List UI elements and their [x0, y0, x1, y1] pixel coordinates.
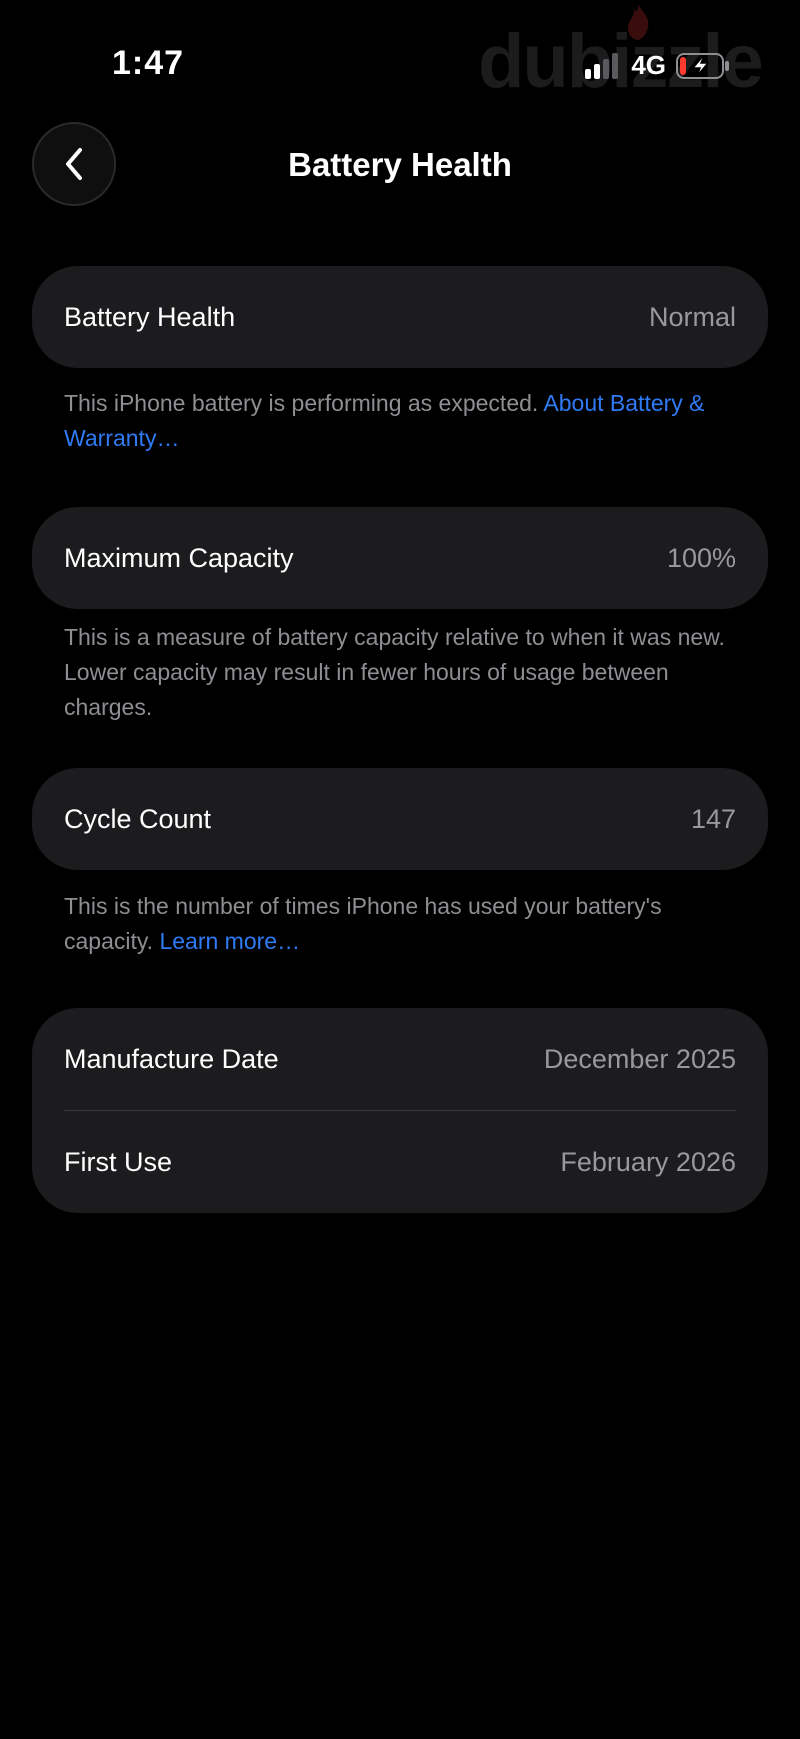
- maximum-capacity-row: Maximum Capacity 100%: [32, 507, 768, 609]
- battery-health-label: Battery Health: [64, 301, 236, 332]
- cycle-count-label: Cycle Count: [64, 803, 212, 834]
- navigation-bar: Battery Health: [0, 122, 800, 212]
- cycle-count-card: Cycle Count 147: [32, 768, 768, 870]
- battery-health-note-text: This iPhone battery is performing as exp…: [64, 390, 544, 416]
- battery-health-card[interactable]: Battery Health Normal: [32, 266, 768, 368]
- manufacture-date-label: Manufacture Date: [64, 1043, 279, 1074]
- cycle-count-note: This is the number of times iPhone has u…: [64, 889, 744, 959]
- manufacture-date-value: December 2025: [543, 1043, 736, 1074]
- network-type: 4G: [631, 50, 666, 80]
- battery-health-note: This iPhone battery is performing as exp…: [64, 386, 744, 456]
- first-use-label: First Use: [64, 1146, 172, 1177]
- status-time: 1:47: [112, 44, 185, 82]
- maximum-capacity-card: Maximum Capacity 100%: [32, 507, 768, 609]
- flame-icon: [628, 4, 649, 40]
- maximum-capacity-label: Maximum Capacity: [64, 542, 294, 573]
- cycle-count-note-text: This is the number of times iPhone has u…: [64, 893, 662, 954]
- cellular-signal-icon: [585, 52, 619, 79]
- battery-dates-card: Manufacture Date December 2025 First Use…: [32, 1008, 768, 1213]
- cycle-count-value: 147: [690, 803, 736, 834]
- first-use-value: February 2026: [560, 1146, 736, 1177]
- manufacture-date-row: Manufacture Date December 2025: [32, 1008, 768, 1110]
- battery-health-value: Normal: [648, 301, 736, 332]
- status-indicators: 4G: [585, 50, 730, 81]
- first-use-row: First Use February 2026: [32, 1111, 768, 1213]
- maximum-capacity-value: 100%: [666, 542, 736, 573]
- cycle-count-row: Cycle Count 147: [32, 768, 768, 870]
- status-bar: dubizzle 1:47 4G: [0, 0, 800, 110]
- battery-health-row: Battery Health Normal: [32, 266, 768, 368]
- page-title: Battery Health: [288, 146, 512, 183]
- battery-charging-icon: [676, 52, 729, 79]
- maximum-capacity-note: This is a measure of battery capacity re…: [64, 624, 725, 720]
- learn-more-link[interactable]: Learn more…: [159, 928, 300, 954]
